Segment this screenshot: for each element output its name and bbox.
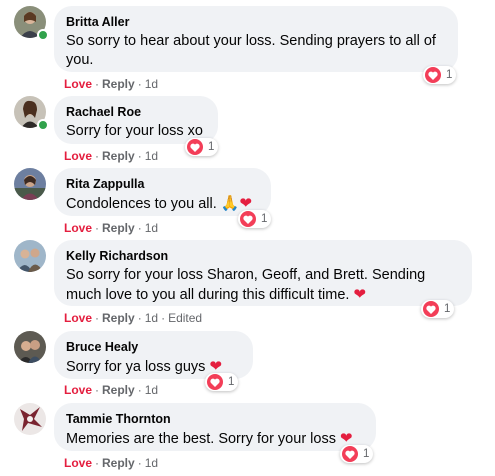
separator: · — [137, 456, 142, 470]
separator: · — [95, 383, 100, 397]
reply-button[interactable]: Reply — [102, 221, 135, 235]
commenter-name[interactable]: Bruce Healy — [66, 339, 241, 355]
reply-button[interactable]: Reply — [102, 77, 135, 91]
comment-bubble: Bruce Healy Sorry for ya loss guys ❤ — [54, 331, 253, 379]
separator: · — [95, 311, 100, 325]
separator: · — [161, 311, 166, 325]
online-status-indicator — [37, 29, 49, 41]
comment-text-body: Condolences to you all. — [66, 196, 217, 212]
love-reaction-icon — [342, 446, 358, 462]
love-reaction-icon — [187, 139, 203, 155]
love-button[interactable]: Love — [64, 77, 92, 91]
separator: · — [95, 149, 100, 163]
separator: · — [95, 221, 100, 235]
timestamp[interactable]: 1d — [145, 77, 158, 91]
comment-bubble: Kelly Richardson So sorry for your loss … — [54, 240, 472, 306]
love-button[interactable]: Love — [64, 383, 92, 397]
reaction-summary[interactable]: 1 — [340, 445, 374, 463]
heart-emoji: ❤ — [353, 286, 367, 303]
reaction-count: 1 — [444, 303, 451, 315]
separator: · — [137, 383, 142, 397]
reaction-count: 1 — [446, 69, 453, 81]
timestamp[interactable]: 1d — [145, 383, 158, 397]
separator: · — [137, 221, 142, 235]
comment-bubble: Rachael Roe Sorry for your loss xo — [54, 96, 218, 144]
comment-text: Condolences to you all. 🙏❤ — [66, 194, 259, 214]
love-button[interactable]: Love — [64, 221, 92, 235]
timestamp[interactable]: 1d — [145, 311, 158, 325]
comment-text-body: Memories are the best. Sorry for your lo… — [66, 431, 336, 447]
separator: · — [137, 311, 142, 325]
avatar[interactable] — [14, 168, 46, 200]
separator: · — [95, 77, 100, 91]
love-button[interactable]: Love — [64, 456, 92, 470]
comment-text-body: So sorry for your loss Sharon, Geoff, an… — [66, 267, 426, 303]
comment-bubble: Rita Zappulla Condolences to you all. 🙏❤ — [54, 168, 271, 216]
reaction-summary[interactable]: 1 — [238, 210, 272, 228]
reaction-count: 1 — [261, 213, 268, 225]
online-status-indicator — [37, 119, 49, 131]
reaction-count: 1 — [208, 141, 215, 153]
separator: · — [137, 77, 142, 91]
timestamp[interactable]: 1d — [145, 456, 158, 470]
commenter-name[interactable]: Rita Zappulla — [66, 176, 259, 192]
avatar[interactable] — [14, 403, 46, 435]
separator: · — [95, 456, 100, 470]
avatar[interactable] — [14, 331, 46, 363]
edited-label[interactable]: Edited — [168, 311, 202, 325]
comment-actions: Love · Reply · 1d — [64, 455, 158, 471]
reaction-count: 1 — [363, 448, 370, 460]
comment-actions: Love · Reply · 1d — [64, 220, 158, 236]
love-reaction-icon — [240, 211, 256, 227]
reaction-summary[interactable]: 1 — [421, 300, 455, 318]
comment-text: Memories are the best. Sorry for your lo… — [66, 429, 364, 449]
comment-bubble: Britta Aller So sorry to hear about your… — [54, 6, 458, 72]
avatar[interactable] — [14, 240, 46, 272]
love-reaction-icon — [423, 301, 439, 317]
reply-button[interactable]: Reply — [102, 383, 135, 397]
comment-text: Sorry for your loss xo — [66, 123, 203, 139]
love-reaction-icon — [207, 374, 223, 390]
comment-actions: Love · Reply · 1d — [64, 76, 158, 92]
love-button[interactable]: Love — [64, 149, 92, 163]
comment-text: So sorry for your loss Sharon, Geoff, an… — [66, 266, 460, 305]
comment-actions: Love · Reply · 1d — [64, 382, 158, 398]
commenter-name[interactable]: Kelly Richardson — [66, 248, 460, 264]
comment-bubble: Tammie Thornton Memories are the best. S… — [54, 403, 376, 451]
reaction-summary[interactable]: 1 — [423, 66, 457, 84]
love-button[interactable]: Love — [64, 311, 92, 325]
reaction-summary[interactable]: 1 — [185, 138, 219, 156]
love-reaction-icon — [425, 67, 441, 83]
comment-actions: Love · Reply · 1d — [64, 148, 158, 164]
commenter-name[interactable]: Tammie Thornton — [66, 411, 364, 427]
comment-actions: Love · Reply · 1d · Edited — [64, 310, 202, 326]
reaction-summary[interactable]: 1 — [205, 373, 239, 391]
comment-text: So sorry to hear about your loss. Sendin… — [66, 33, 436, 68]
separator: · — [137, 149, 142, 163]
reply-button[interactable]: Reply — [102, 149, 135, 163]
timestamp[interactable]: 1d — [145, 149, 158, 163]
comment-text-body: Sorry for ya loss guys — [66, 359, 206, 375]
reaction-count: 1 — [228, 376, 235, 388]
reply-button[interactable]: Reply — [102, 456, 135, 470]
commenter-name[interactable]: Britta Aller — [66, 14, 446, 30]
reply-button[interactable]: Reply — [102, 311, 135, 325]
commenter-name[interactable]: Rachael Roe — [66, 104, 206, 120]
timestamp[interactable]: 1d — [145, 221, 158, 235]
